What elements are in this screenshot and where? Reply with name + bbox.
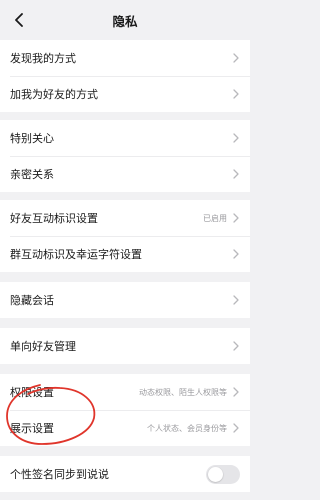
row-group-marks-lucky-chars[interactable]: 群互动标识及幸运字符设置 [0,236,250,272]
row-intimate-relations[interactable]: 亲密关系 [0,156,250,192]
chevron-right-icon [232,169,240,179]
row-label: 单向好友管理 [10,340,76,353]
row-permission-settings[interactable]: 权限设置 动态权限、陌生人权限等 [0,374,250,410]
group-relations: 特别关心 亲密关系 [0,120,250,192]
chevron-right-icon [232,249,240,259]
group-hidden-sessions: 隐藏会话 [0,282,250,318]
row-status-value: 已启用 [203,213,227,223]
chevron-right-icon [232,423,240,433]
row-special-care[interactable]: 特别关心 [0,120,250,156]
chevron-right-icon [232,341,240,351]
row-status-value: 动态权限、陌生人权限等 [139,387,227,397]
group-signature-sync: 个性签名同步到说说 [0,456,250,492]
signature-sync-toggle[interactable] [206,464,240,484]
row-discover-me[interactable]: 发现我的方式 [0,40,250,76]
group-one-way-friends: 单向好友管理 [0,328,250,364]
row-label: 隐藏会话 [10,294,54,307]
row-friend-interaction-marks[interactable]: 好友互动标识设置 已启用 [0,200,250,236]
row-display-settings[interactable]: 展示设置 个人状态、会员身份等 [0,410,250,446]
page-title: 隐私 [112,13,138,29]
row-label: 个性签名同步到说说 [10,468,109,481]
chevron-right-icon [232,133,240,143]
row-status-value: 个人状态、会员身份等 [147,423,227,433]
row-signature-sync: 个性签名同步到说说 [0,456,250,492]
chevron-right-icon [232,213,240,223]
chevron-right-icon [232,89,240,99]
row-one-way-friend-management[interactable]: 单向好友管理 [0,328,250,364]
row-label: 好友互动标识设置 [10,212,98,225]
chevron-right-icon [232,295,240,305]
row-label: 发现我的方式 [10,52,76,65]
chevron-right-icon [232,387,240,397]
row-label: 展示设置 [10,422,54,435]
chevron-right-icon [232,53,240,63]
group-permissions-display: 权限设置 动态权限、陌生人权限等 展示设置 个人状态、会员身份等 [0,374,250,446]
row-label: 亲密关系 [10,168,54,181]
group-interaction-marks: 好友互动标识设置 已启用 群互动标识及幸运字符设置 [0,200,250,272]
row-add-friend-methods[interactable]: 加我为好友的方式 [0,76,250,112]
row-label: 加我为好友的方式 [10,88,98,101]
row-hidden-sessions[interactable]: 隐藏会话 [0,282,250,318]
toggle-knob [208,466,223,482]
chevron-left-icon[interactable] [8,9,30,31]
navigation-bar: 隐私 [0,0,250,40]
row-label: 权限设置 [10,386,54,399]
row-label: 特别关心 [10,132,54,145]
group-discovery: 发现我的方式 加我为好友的方式 [0,40,250,112]
row-label: 群互动标识及幸运字符设置 [10,248,142,261]
